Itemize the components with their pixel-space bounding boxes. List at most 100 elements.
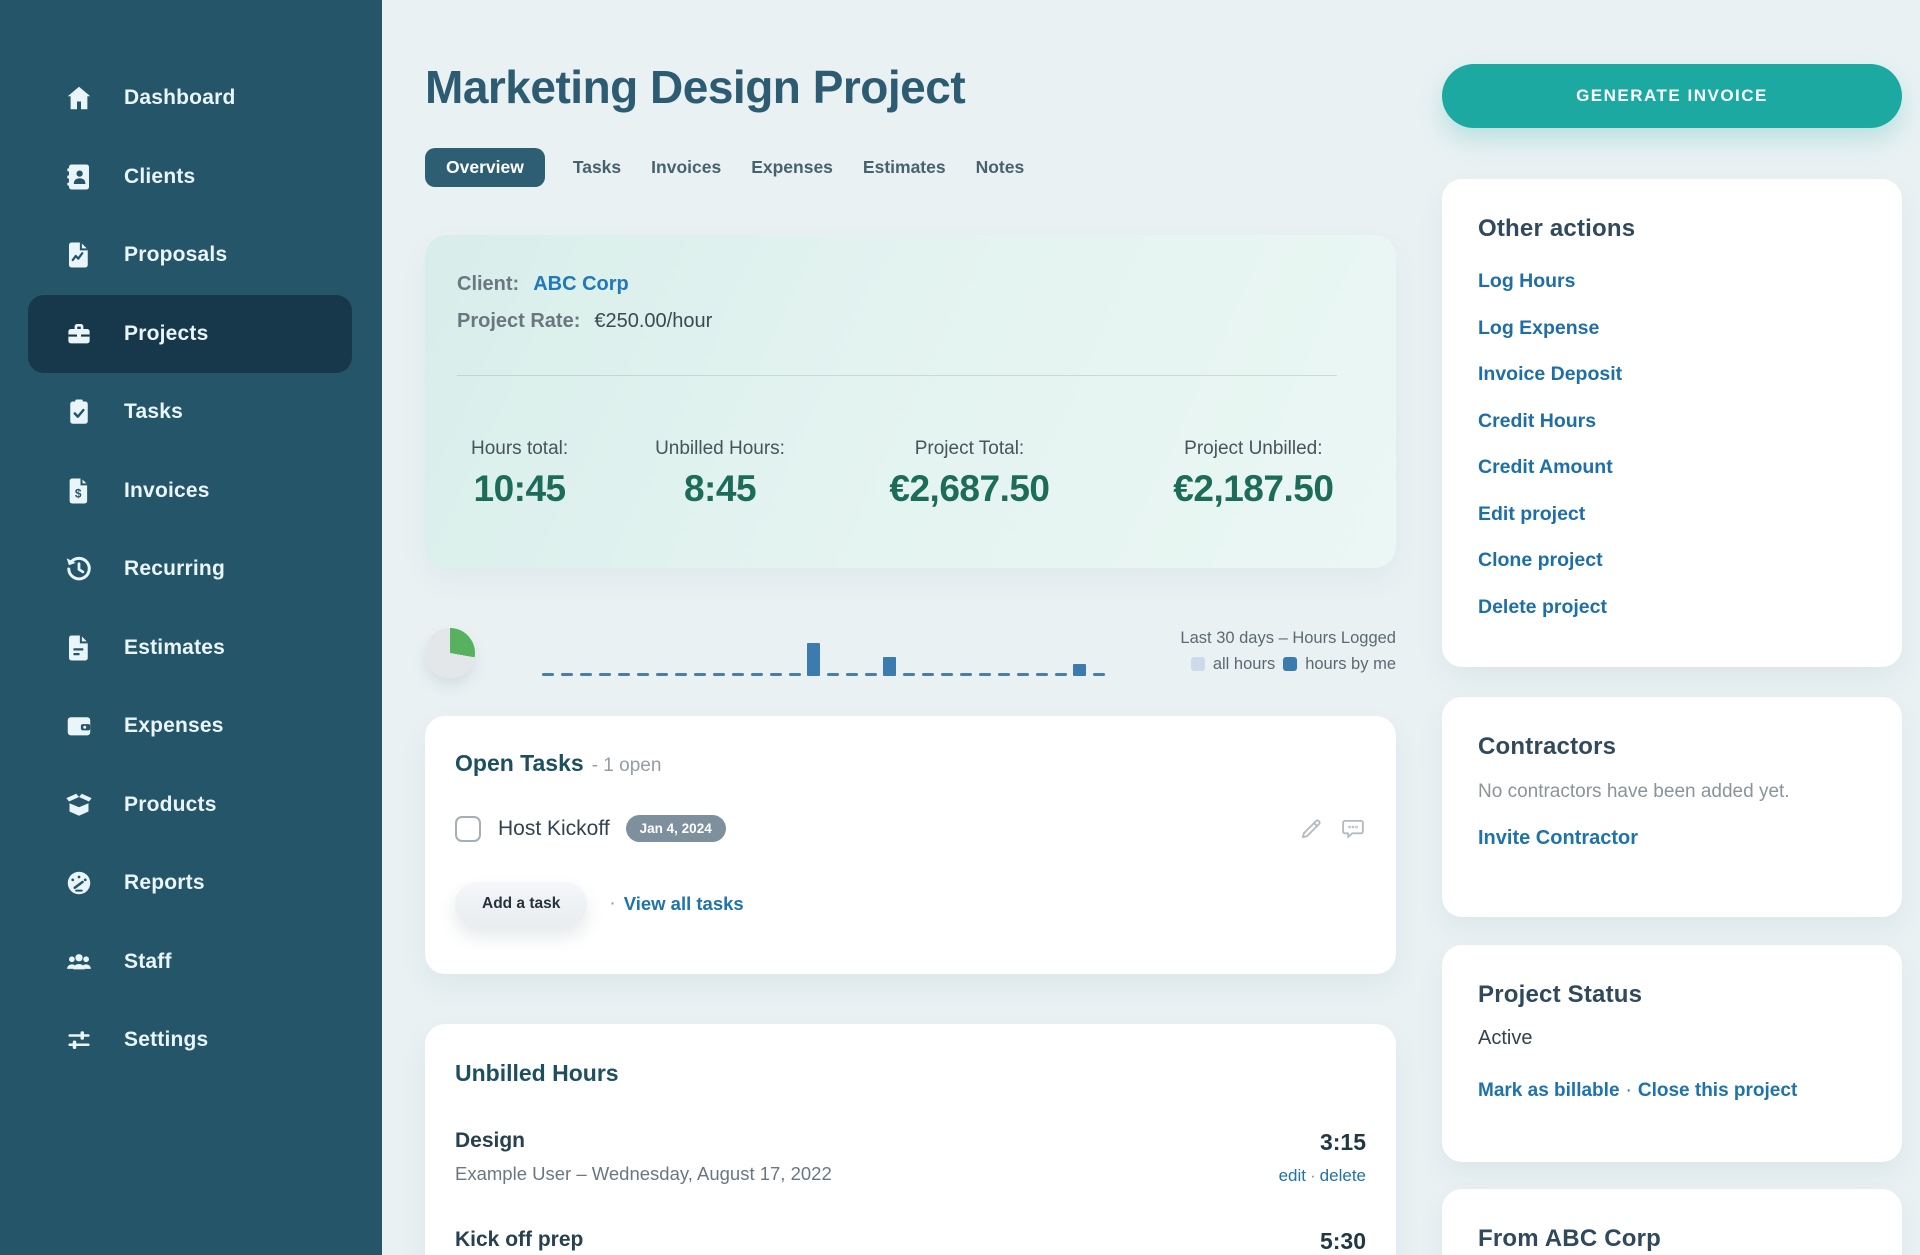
open-tasks-count: - 1 open [592, 755, 662, 776]
other-actions-list: Log Hours Log Expense Invoice Deposit Cr… [1478, 259, 1866, 631]
project-status-value: Active [1478, 1027, 1866, 1050]
project-stats: Hours total: 10:45 Unbilled Hours: 8:45 … [457, 438, 1364, 538]
sidebar-item-label: Invoices [124, 479, 210, 503]
open-box-icon [64, 790, 94, 820]
chart-dash [979, 673, 991, 677]
tab-overview[interactable]: Overview [425, 148, 545, 187]
add-task-button[interactable]: Add a task [455, 882, 587, 926]
unbilled-hours-title: Unbilled Hours [455, 1060, 1366, 1087]
entry-delete-link[interactable]: delete [1320, 1166, 1366, 1185]
task-checkbox[interactable] [455, 816, 481, 842]
sidebar-item-label: Settings [124, 1028, 208, 1052]
chart-dash [960, 673, 972, 677]
mark-billable-link[interactable]: Mark as billable [1478, 1080, 1620, 1101]
right-column: GENERATE INVOICE Other actions Log Hours… [1442, 0, 1902, 1255]
chart-bar [883, 657, 896, 677]
project-status-title: Project Status [1478, 981, 1866, 1009]
sidebar-item-reports[interactable]: Reports [0, 844, 382, 923]
sidebar-item-estimates[interactable]: Estimates [0, 609, 382, 688]
chart-dash [903, 673, 915, 677]
tab-invoices[interactable]: Invoices [649, 148, 723, 187]
close-project-link[interactable]: Close this project [1638, 1080, 1797, 1101]
sidebar-item-dashboard[interactable]: Dashboard [0, 59, 382, 138]
log-hours-link[interactable]: Log Hours [1478, 270, 1576, 292]
entry-edit-link[interactable]: edit [1279, 1166, 1306, 1185]
unbilled-hours-card: Unbilled Hours Design Example User – Wed… [425, 1024, 1396, 1255]
briefcase-icon [64, 319, 94, 349]
invoice-deposit-link[interactable]: Invoice Deposit [1478, 363, 1622, 385]
view-all-tasks-link[interactable]: View all tasks [624, 893, 744, 915]
credit-hours-link[interactable]: Credit Hours [1478, 410, 1596, 432]
credit-amount-link[interactable]: Credit Amount [1478, 456, 1613, 478]
edit-project-link[interactable]: Edit project [1478, 503, 1585, 525]
log-expense-link[interactable]: Log Expense [1478, 317, 1599, 339]
chart-dash [694, 673, 706, 677]
sidebar-item-label: Tasks [124, 400, 183, 424]
people-icon [64, 947, 94, 977]
chart-dash [770, 673, 782, 677]
open-tasks-card: Open Tasks- 1 open Host Kickoff Jan 4, 2… [425, 716, 1396, 974]
sidebar-item-staff[interactable]: Staff [0, 923, 382, 1002]
entry-time: 5:30 [1320, 1228, 1366, 1255]
sidebar-item-projects[interactable]: Projects [28, 295, 352, 374]
legend-items: all hourshours by me [1180, 655, 1396, 674]
sidebar-item-tasks[interactable]: Tasks [0, 373, 382, 452]
chart-dash [789, 673, 801, 677]
from-client-title: From ABC Corp [1478, 1225, 1866, 1253]
sidebar-item-label: Products [124, 793, 217, 817]
chart-dash [656, 673, 668, 677]
chart-dash [941, 673, 953, 677]
chart-dash [922, 673, 934, 677]
page-title: Marketing Design Project [425, 60, 1396, 114]
tab-expenses[interactable]: Expenses [749, 148, 835, 187]
chart-dash [1093, 673, 1105, 677]
other-actions-title: Other actions [1478, 215, 1866, 243]
unbilled-entry: Design Example User – Wednesday, August … [455, 1129, 1366, 1186]
divider [457, 375, 1337, 376]
sidebar-item-clients[interactable]: Clients [0, 138, 382, 217]
chart-bar [807, 643, 820, 676]
sidebar-item-expenses[interactable]: Expenses [0, 687, 382, 766]
gauge-icon [64, 868, 94, 898]
from-client-card: From ABC Corp [1442, 1189, 1902, 1255]
home-icon [64, 83, 94, 113]
chart-dash [713, 673, 725, 677]
chart-dash [998, 673, 1010, 677]
entry-name: Kick off prep [455, 1228, 808, 1252]
client-link[interactable]: ABC Corp [533, 273, 629, 296]
sidebar-item-recurring[interactable]: Recurring [0, 530, 382, 609]
tab-tasks[interactable]: Tasks [571, 148, 623, 187]
delete-project-link[interactable]: Delete project [1478, 596, 1607, 618]
tab-estimates[interactable]: Estimates [861, 148, 948, 187]
sidebar-item-products[interactable]: Products [0, 766, 382, 845]
chart-bar [1073, 664, 1086, 676]
chart-legend: Last 30 days – Hours Logged all hourshou… [1180, 629, 1396, 674]
sidebar-item-label: Proposals [124, 243, 227, 267]
generate-invoice-button[interactable]: GENERATE INVOICE [1442, 64, 1902, 128]
chart-title: Last 30 days – Hours Logged [1180, 629, 1396, 648]
edit-pencil-icon[interactable] [1298, 816, 1324, 842]
chart-dash [1036, 673, 1048, 677]
sidebar-item-label: Dashboard [124, 86, 236, 110]
invite-contractor-link[interactable]: Invite Contractor [1478, 827, 1638, 850]
sidebar-item-label: Estimates [124, 636, 225, 660]
sliders-icon [64, 1025, 94, 1055]
stat-project-total: Project Total: €2,687.50 [889, 438, 1049, 510]
sidebar-item-label: Recurring [124, 557, 225, 581]
chart-dash [675, 673, 687, 677]
sidebar-item-settings[interactable]: Settings [0, 1001, 382, 1080]
chart-dash [561, 673, 573, 677]
entry-meta: Example User – Wednesday, August 17, 202… [455, 1163, 832, 1185]
comment-icon[interactable] [1340, 816, 1366, 842]
tab-notes[interactable]: Notes [974, 148, 1027, 187]
tab-bar: Overview Tasks Invoices Expenses Estimat… [425, 148, 1396, 187]
main-area: Marketing Design Project Overview Tasks … [382, 0, 1920, 1255]
clone-project-link[interactable]: Clone project [1478, 549, 1603, 571]
legend-swatch [1283, 657, 1297, 671]
sidebar-item-invoices[interactable]: $ Invoices [0, 452, 382, 531]
chart-dash [637, 673, 649, 677]
chart-dash [1055, 673, 1067, 677]
sidebar-item-proposals[interactable]: Proposals [0, 216, 382, 295]
content-column: Marketing Design Project Overview Tasks … [425, 0, 1396, 1255]
sidebar-item-label: Staff [124, 950, 172, 974]
